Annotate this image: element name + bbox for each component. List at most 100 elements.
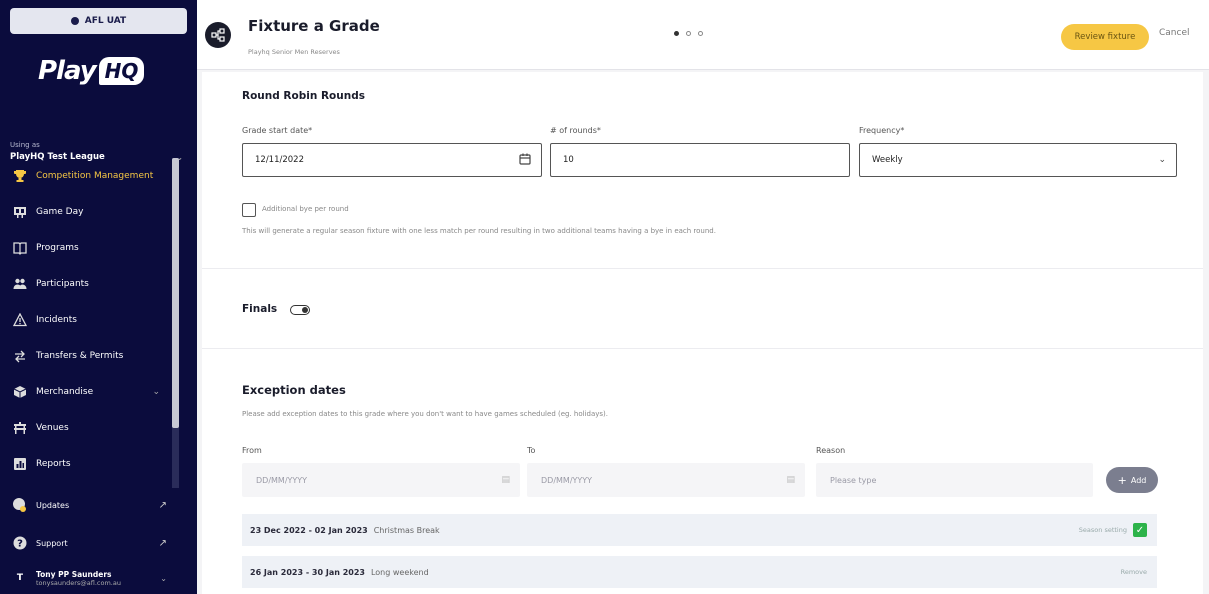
- additional-bye-checkbox[interactable]: [242, 203, 256, 217]
- to-date-placeholder: DD/MM/YYYY: [541, 475, 593, 485]
- sidebar-item-reports[interactable]: Reports: [0, 446, 172, 482]
- check-icon[interactable]: ✓: [1133, 523, 1147, 537]
- from-label: From: [242, 446, 262, 455]
- environment-label: AFL UAT: [84, 16, 127, 26]
- exception-dates: 26 Jan 2023 - 30 Jan 2023: [250, 567, 365, 577]
- warning-icon: [12, 312, 28, 328]
- trophy-icon: [12, 168, 28, 184]
- user-name: Tony PP Saunders: [36, 569, 112, 579]
- fixture-form: Round Robin Rounds Grade start date* 12/…: [202, 72, 1203, 594]
- svg-text:?: ?: [17, 539, 23, 550]
- cancel-button[interactable]: Cancel: [1159, 28, 1190, 38]
- chevron-down-icon: ⌄: [160, 573, 167, 583]
- user-email: tonysaunders@afl.com.au: [36, 578, 121, 587]
- exception-dates-help: Please add exception dates to this grade…: [242, 410, 608, 418]
- calendar-icon[interactable]: [519, 153, 531, 168]
- start-date-value: 12/11/2022: [255, 155, 304, 165]
- step-dot: [698, 31, 703, 36]
- sidebar-item-label: Support: [36, 538, 68, 548]
- round-robin-title: Round Robin Rounds: [242, 90, 365, 102]
- plus-icon: +: [1117, 473, 1127, 487]
- calendar-icon[interactable]: ▤: [786, 475, 795, 485]
- finals-toggle[interactable]: [290, 305, 310, 315]
- step-dot: [686, 31, 691, 36]
- sidebar-item-incidents[interactable]: Incidents: [0, 302, 172, 338]
- external-link-icon: ↗: [158, 499, 167, 511]
- exception-reason: Long weekend: [370, 567, 429, 577]
- sidebar-item-label: Competition Management: [36, 171, 154, 181]
- chevron-down-icon: ⌄: [152, 387, 160, 397]
- stadium-icon: [12, 420, 28, 436]
- additional-bye-help: This will generate a regular season fixt…: [242, 227, 716, 235]
- frequency-select[interactable]: Weekly ⌄: [859, 143, 1177, 177]
- reason-placeholder: Please type: [830, 475, 877, 485]
- chevron-down-icon: ⌄: [1158, 155, 1166, 165]
- exception-dates: 23 Dec 2022 - 02 Jan 2023: [250, 525, 368, 535]
- additional-bye-label: Additional bye per round: [262, 205, 349, 213]
- exception-reason: Christmas Break: [373, 525, 440, 535]
- sidebar-item-participants[interactable]: Participants: [0, 266, 172, 302]
- sidebar-item-game-day[interactable]: Game Day: [0, 194, 172, 230]
- sidebar-scrollbar-thumb[interactable]: [172, 158, 179, 428]
- sidebar-item-updates[interactable]: Updates ↗: [0, 486, 197, 524]
- sidebar-item-competition-management[interactable]: Competition Management: [0, 158, 172, 194]
- fixture-icon: [205, 22, 231, 48]
- rounds-input[interactable]: 10: [550, 143, 850, 177]
- avatar: T: [16, 573, 24, 583]
- step-dot: [674, 31, 679, 36]
- exception-status: Season setting ✓: [1079, 523, 1147, 537]
- sidebar-item-support[interactable]: ? Support ↗: [0, 524, 197, 562]
- from-date-placeholder: DD/MM/YYYY: [256, 475, 308, 485]
- step-indicator: [674, 31, 703, 36]
- sidebar-item-label: Reports: [36, 459, 71, 469]
- sidebar: AFL UAT Play HQ Using as PlayHQ Test Lea…: [0, 0, 197, 594]
- page-header: Fixture a Grade Playhq Senior Men Reserv…: [197, 0, 1209, 70]
- page-title: Fixture a Grade: [248, 17, 380, 35]
- remove-exception-button[interactable]: Remove: [1121, 568, 1147, 576]
- from-date-input[interactable]: DD/MM/YYYY ▤: [242, 463, 520, 497]
- sidebar-item-label: Game Day: [36, 207, 84, 217]
- frequency-label: Frequency*: [859, 126, 905, 135]
- people-icon: [12, 276, 28, 292]
- to-label: To: [527, 446, 536, 455]
- start-date-label: Grade start date*: [242, 126, 313, 135]
- logo-text: Play: [38, 56, 97, 86]
- page-subtitle: Playhq Senior Men Reserves: [248, 48, 340, 56]
- review-fixture-button[interactable]: Review fixture: [1061, 24, 1149, 50]
- megaphone-icon: [12, 497, 28, 513]
- book-icon: [12, 240, 28, 256]
- box-icon: [12, 384, 28, 400]
- sidebar-item-transfers-permits[interactable]: Transfers & Permits: [0, 338, 172, 374]
- section-divider: [202, 348, 1203, 349]
- logo-hq: HQ: [98, 57, 145, 85]
- sidebar-item-label: Venues: [36, 423, 69, 433]
- transfer-icon: [12, 348, 28, 364]
- rounds-label: # of rounds*: [550, 126, 601, 135]
- add-exception-button[interactable]: + Add: [1106, 467, 1158, 493]
- playhq-logo[interactable]: Play HQ: [38, 56, 145, 86]
- exception-row: 23 Dec 2022 - 02 Jan 2023 Christmas Brea…: [242, 514, 1157, 546]
- calendar-icon[interactable]: ▤: [501, 475, 510, 485]
- user-menu[interactable]: T Tony PP Saunders tonysaunders@afl.com.…: [0, 562, 197, 594]
- sidebar-item-label: Incidents: [36, 315, 77, 325]
- exception-dates-title: Exception dates: [242, 383, 346, 397]
- add-label: Add: [1130, 475, 1147, 485]
- to-date-input[interactable]: DD/MM/YYYY ▤: [527, 463, 805, 497]
- exception-row: 26 Jan 2023 - 30 Jan 2023 Long weekend R…: [242, 556, 1157, 588]
- environment-badge[interactable]: AFL UAT: [10, 8, 187, 34]
- sidebar-item-venues[interactable]: Venues: [0, 410, 172, 446]
- sidebar-item-label: Transfers & Permits: [36, 351, 124, 361]
- reason-input[interactable]: Please type: [816, 463, 1093, 497]
- scoreboard-icon: [12, 204, 28, 220]
- report-icon: [12, 456, 28, 472]
- sidebar-item-merchandise[interactable]: Merchandise ⌄: [0, 374, 172, 410]
- frequency-value: Weekly: [872, 155, 903, 165]
- reason-label: Reason: [816, 446, 846, 455]
- sidebar-item-label: Participants: [36, 279, 89, 289]
- section-divider: [202, 268, 1203, 269]
- external-link-icon: ↗: [158, 537, 167, 549]
- sidebar-item-programs[interactable]: Programs: [0, 230, 172, 266]
- sidebar-bottom: Updates ↗ ? Support ↗: [0, 486, 197, 562]
- start-date-input[interactable]: 12/11/2022: [242, 143, 542, 177]
- sidebar-nav: Competition Management Game Day Programs…: [0, 158, 172, 482]
